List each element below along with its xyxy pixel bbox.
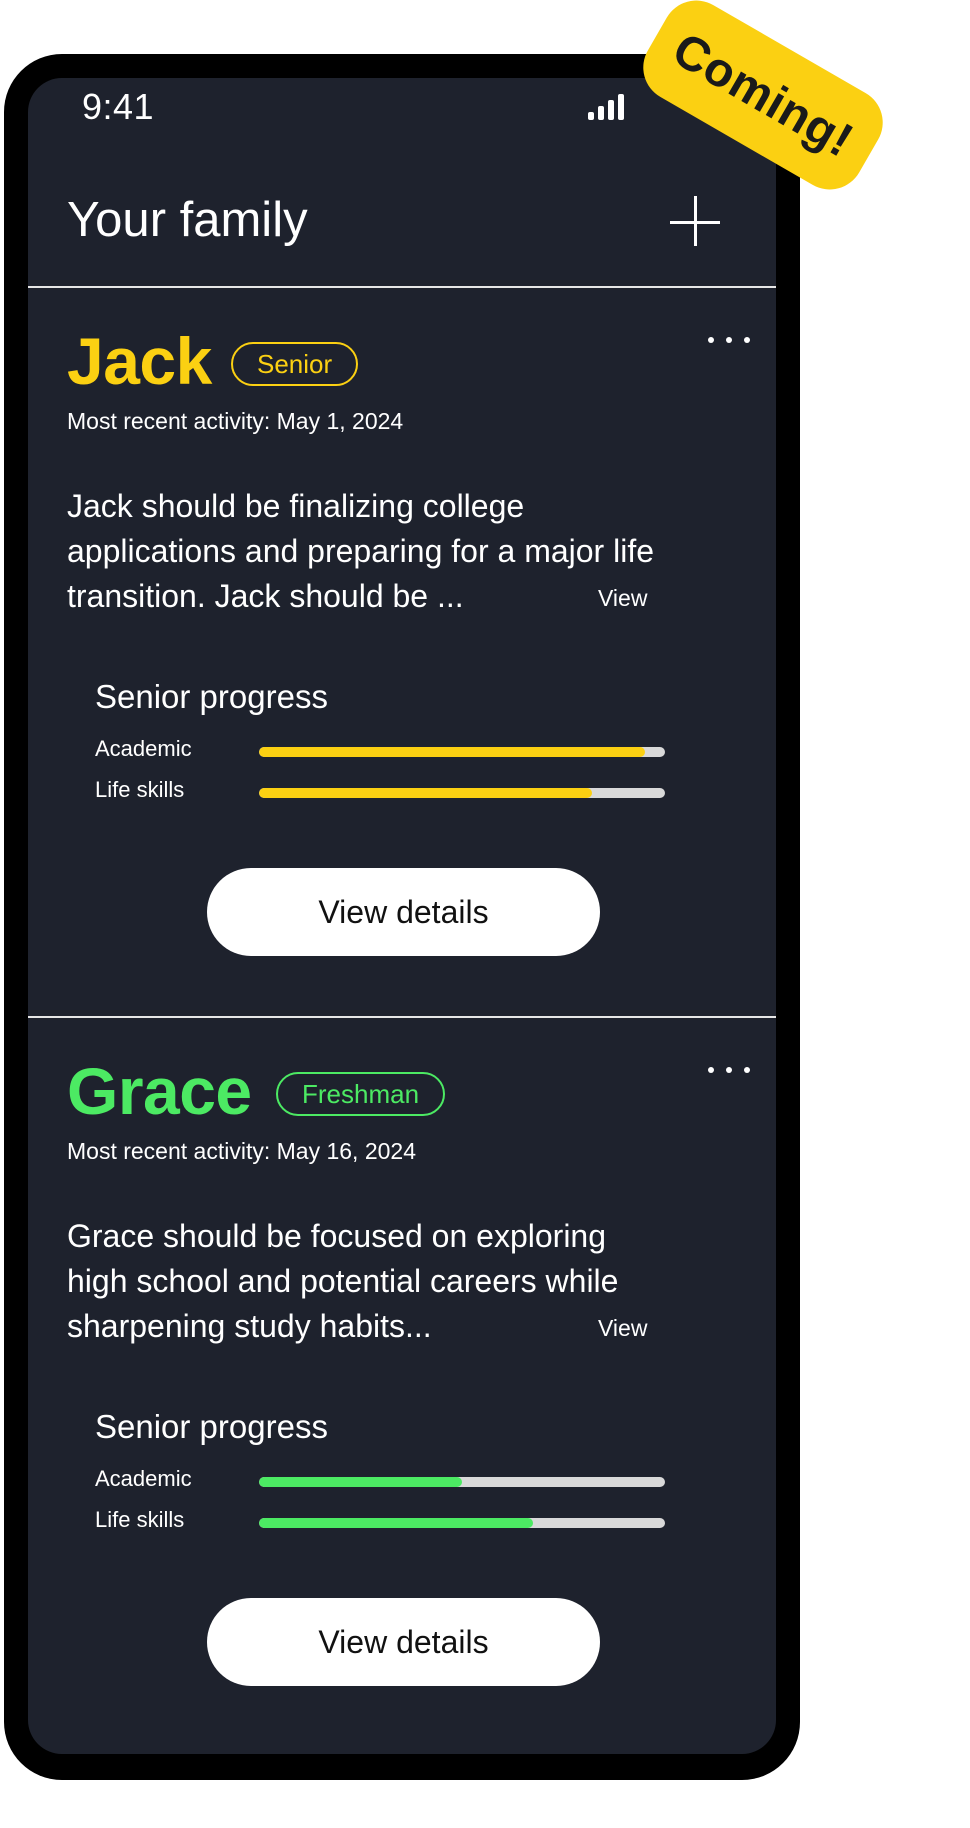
view-details-button[interactable]: View details xyxy=(207,868,600,956)
summary-text: Jack should be finalizing college applic… xyxy=(67,484,687,619)
view-summary-link[interactable]: View xyxy=(598,1315,647,1342)
summary-line: applications and preparing for a major l… xyxy=(67,533,654,569)
progress-track xyxy=(259,788,665,798)
recent-activity: Most recent activity: May 1, 2024 xyxy=(67,408,404,434)
page-header: Your family xyxy=(28,178,776,288)
status-time: 9:41 xyxy=(82,86,155,127)
view-summary-link[interactable]: View xyxy=(598,585,647,612)
progress-fill xyxy=(259,747,645,757)
summary-text: Grace should be focused on exploring hig… xyxy=(67,1214,687,1349)
cellular-signal-icon xyxy=(588,94,628,120)
grade-badge: Senior xyxy=(231,342,359,386)
summary-line: Jack should be finalizing college xyxy=(67,488,525,524)
progress-track xyxy=(259,1518,665,1528)
progress-row-life-skills: Life skills xyxy=(95,777,675,807)
recent-activity: Most recent activity: May 16, 2024 xyxy=(67,1138,416,1164)
page-title: Your family xyxy=(67,193,308,247)
progress-fill xyxy=(259,1518,534,1528)
progress-label: Academic xyxy=(95,1466,192,1491)
progress-fill xyxy=(259,788,592,798)
more-options-icon[interactable] xyxy=(708,1064,754,1076)
progress-row-life-skills: Life skills xyxy=(95,1507,675,1537)
more-options-icon[interactable] xyxy=(708,334,754,346)
summary-line: Grace should be focused on exploring xyxy=(67,1218,607,1254)
progress-track xyxy=(259,747,665,757)
progress-label: Academic xyxy=(95,736,192,761)
progress-row-academic: Academic xyxy=(95,1466,675,1496)
progress-row-academic: Academic xyxy=(95,736,675,766)
view-details-button[interactable]: View details xyxy=(207,1598,600,1686)
child-name: Jack xyxy=(67,324,212,398)
add-family-member-button[interactable] xyxy=(668,194,724,250)
progress-title: Senior progress xyxy=(95,678,328,715)
summary-line: high school and potential careers while xyxy=(67,1263,619,1299)
progress-track xyxy=(259,1477,665,1487)
progress-label: Life skills xyxy=(95,777,185,802)
summary-line: transition. Jack should be ... xyxy=(67,578,464,614)
summary-line: sharpening study habits... xyxy=(67,1308,432,1344)
child-name: Grace xyxy=(67,1054,252,1128)
progress-label: Life skills xyxy=(95,1507,185,1532)
grade-badge: Freshman xyxy=(276,1072,446,1116)
progress-title: Senior progress xyxy=(95,1408,328,1445)
child-card: Jack Senior Most recent activity: May 1,… xyxy=(28,288,776,1018)
child-card: Grace Freshman Most recent activity: May… xyxy=(28,1018,776,1746)
progress-fill xyxy=(259,1477,462,1487)
app-screen: 9:41 Your family Jack Senior Most recent… xyxy=(28,78,776,1754)
